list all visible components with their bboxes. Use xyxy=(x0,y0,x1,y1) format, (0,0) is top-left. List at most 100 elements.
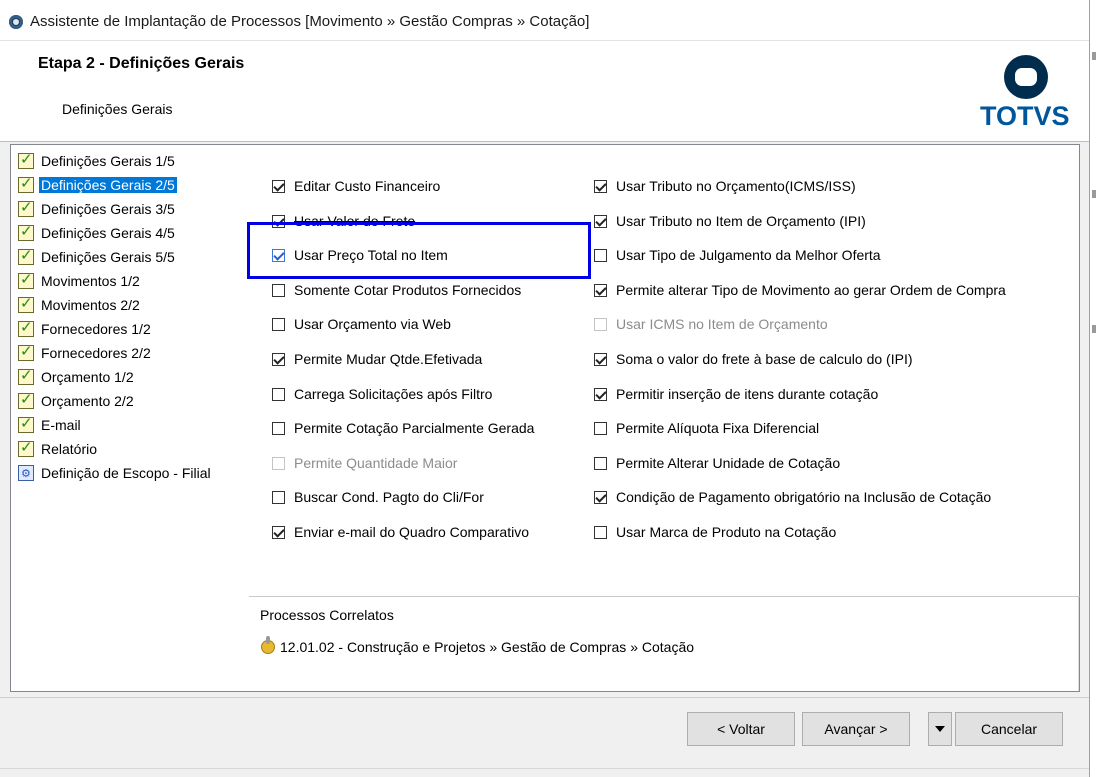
step-item[interactable]: Orçamento 1/2 xyxy=(18,365,213,389)
checkbox-unchecked-icon[interactable] xyxy=(272,387,285,401)
step-item[interactable]: Definições Gerais 2/5 xyxy=(18,173,213,197)
step-item[interactable]: Movimentos 2/2 xyxy=(18,293,213,317)
option-checkbox[interactable]: Enviar e-mail do Quadro Comparativo xyxy=(272,524,529,540)
option-checkbox[interactable]: Permite alterar Tipo de Movimento ao ger… xyxy=(594,282,1006,298)
option-label: Usar Tributo no Item de Orçamento (IPI) xyxy=(616,213,866,229)
checklist-icon xyxy=(18,390,34,409)
back-button[interactable]: < Voltar xyxy=(687,712,795,746)
checkbox-unchecked-icon[interactable] xyxy=(594,248,607,262)
option-checkbox: Permite Quantidade Maior xyxy=(272,455,457,471)
option-label: Permite Mudar Qtde.Efetivada xyxy=(294,351,483,367)
checkbox-unchecked-icon[interactable] xyxy=(272,490,285,504)
checkbox-checked-icon[interactable] xyxy=(272,214,285,228)
checklist-icon xyxy=(18,366,34,385)
step-item[interactable]: Definições Gerais 4/5 xyxy=(18,221,213,245)
checkbox-checked-icon[interactable] xyxy=(272,179,285,193)
step-subtitle: Definições Gerais xyxy=(62,101,173,117)
option-checkbox[interactable]: Usar Preço Total no Item xyxy=(272,247,448,263)
option-label: Usar Marca de Produto na Cotação xyxy=(616,524,837,540)
related-process-link[interactable]: 12.01.02 - Construção e Projetos » Gestã… xyxy=(261,636,695,655)
option-label: Somente Cotar Produtos Fornecidos xyxy=(294,282,522,298)
option-label: Carrega Solicitações após Filtro xyxy=(294,386,493,402)
checkbox-checked-icon[interactable] xyxy=(594,352,607,366)
totvs-logo-icon xyxy=(1004,55,1048,99)
checkbox-checked-icon[interactable] xyxy=(594,490,607,504)
checkbox-checked-icon[interactable] xyxy=(272,248,285,262)
step-item[interactable]: Definições Gerais 5/5 xyxy=(18,245,213,269)
option-checkbox: Usar ICMS no Item de Orçamento xyxy=(594,316,828,332)
checkbox-checked-icon[interactable] xyxy=(594,387,607,401)
next-button[interactable]: Avançar > xyxy=(802,712,910,746)
checkbox-unchecked-icon xyxy=(272,456,285,470)
option-checkbox[interactable]: Permite Mudar Qtde.Efetivada xyxy=(272,351,482,367)
option-checkbox[interactable]: Permite Cotação Parcialmente Gerada xyxy=(272,420,534,436)
step-item-label: E-mail xyxy=(41,417,81,433)
option-checkbox[interactable]: Soma o valor do frete à base de calculo … xyxy=(594,351,913,367)
option-label: Usar Valor do Frete xyxy=(294,213,416,229)
checklist-icon xyxy=(18,294,34,313)
step-item[interactable]: Definições Gerais 3/5 xyxy=(18,197,213,221)
option-checkbox[interactable]: Usar Marca de Produto na Cotação xyxy=(594,524,836,540)
checklist-icon xyxy=(18,246,34,265)
option-checkbox[interactable]: Usar Tributo no Item de Orçamento (IPI) xyxy=(594,213,866,229)
option-checkbox[interactable]: Carrega Solicitações após Filtro xyxy=(272,386,492,402)
checkbox-unchecked-icon[interactable] xyxy=(594,421,607,435)
step-item[interactable]: Definição de Escopo - Filial xyxy=(18,461,213,485)
step-item[interactable]: Fornecedores 2/2 xyxy=(18,341,213,365)
related-processes-panel: Processos Correlatos 12.01.02 - Construç… xyxy=(249,596,1080,692)
background-window-edge xyxy=(1089,0,1096,777)
checklist-icon xyxy=(18,150,34,169)
step-item[interactable]: Orçamento 2/2 xyxy=(18,389,213,413)
option-checkbox[interactable]: Permitir inserção de itens durante cotaç… xyxy=(594,386,878,402)
steps-tree[interactable]: Definições Gerais 1/5 Definições Gerais 2… xyxy=(10,144,250,692)
checkbox-unchecked-icon[interactable] xyxy=(272,283,285,297)
step-item[interactable]: E-mail xyxy=(18,413,213,437)
step-item[interactable]: Relatório xyxy=(18,437,213,461)
checkbox-checked-icon[interactable] xyxy=(594,214,607,228)
option-checkbox[interactable]: Usar Tributo no Orçamento(ICMS/ISS) xyxy=(594,178,856,194)
checklist-icon xyxy=(18,438,34,457)
option-label: Permite Alterar Unidade de Cotação xyxy=(616,455,841,471)
option-label: Permitir inserção de itens durante cotaç… xyxy=(616,386,879,402)
option-label: Soma o valor do frete à base de calculo … xyxy=(616,351,913,367)
checkbox-unchecked-icon[interactable] xyxy=(272,421,285,435)
option-checkbox[interactable]: Usar Orçamento via Web xyxy=(272,316,451,332)
related-title: Processos Correlatos xyxy=(260,607,394,623)
step-item-label: Definições Gerais 4/5 xyxy=(41,225,175,241)
option-checkbox[interactable]: Buscar Cond. Pagto do Cli/For xyxy=(272,489,484,505)
step-item-label: Definições Gerais 2/5 xyxy=(39,177,177,193)
option-checkbox[interactable]: Usar Valor do Frete xyxy=(272,213,415,229)
option-checkbox[interactable]: Condição de Pagamento obrigatório na Inc… xyxy=(594,489,991,505)
checkbox-checked-icon[interactable] xyxy=(272,525,285,539)
checkbox-checked-icon[interactable] xyxy=(594,283,607,297)
wizard-header: Etapa 2 - Definições Gerais Definições G… xyxy=(0,41,1089,142)
option-checkbox[interactable]: Permite Alíquota Fixa Diferencial xyxy=(594,420,819,436)
step-item-label: Movimentos 2/2 xyxy=(41,297,140,313)
step-item[interactable]: Fornecedores 1/2 xyxy=(18,317,213,341)
checklist-icon xyxy=(18,414,34,433)
checkbox-checked-icon[interactable] xyxy=(272,352,285,366)
cancel-button[interactable]: Cancelar xyxy=(955,712,1063,746)
option-checkbox[interactable]: Permite Alterar Unidade de Cotação xyxy=(594,455,840,471)
checkbox-unchecked-icon[interactable] xyxy=(272,317,285,331)
checkbox-unchecked-icon[interactable] xyxy=(594,456,607,470)
option-label: Usar Tipo de Julgamento da Melhor Oferta xyxy=(616,247,881,263)
step-item[interactable]: Definições Gerais 1/5 xyxy=(18,149,213,173)
title-bar: Assistente de Implantação de Processos [… xyxy=(0,0,1089,41)
checkbox-checked-icon[interactable] xyxy=(594,179,607,193)
option-label: Permite Quantidade Maior xyxy=(294,455,458,471)
dropdown-button[interactable] xyxy=(928,712,952,746)
step-item-label: Relatório xyxy=(41,441,98,457)
option-checkbox[interactable]: Editar Custo Financeiro xyxy=(272,178,440,194)
option-checkbox[interactable]: Usar Tipo de Julgamento da Melhor Oferta xyxy=(594,247,881,263)
step-item[interactable]: Movimentos 1/2 xyxy=(18,269,213,293)
checkbox-unchecked-icon[interactable] xyxy=(594,525,607,539)
bottom-divider xyxy=(0,768,1089,769)
edge-mark xyxy=(1092,52,1096,60)
option-label: Usar Orçamento via Web xyxy=(294,316,451,332)
option-label: Usar Tributo no Orçamento(ICMS/ISS) xyxy=(616,178,856,194)
option-checkbox[interactable]: Somente Cotar Produtos Fornecidos xyxy=(272,282,521,298)
step-item-label: Definições Gerais 3/5 xyxy=(41,201,175,217)
related-process-label: 12.01.02 - Construção e Projetos » Gestã… xyxy=(280,639,695,655)
step-item-label: Orçamento 1/2 xyxy=(41,369,134,385)
